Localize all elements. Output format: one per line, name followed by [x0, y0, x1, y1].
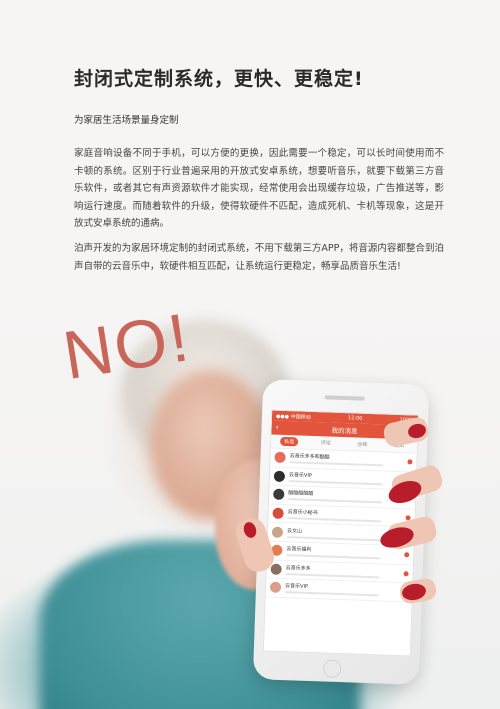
message-body: 云音乐多多和酷酷 — [289, 452, 407, 467]
tab-private-message[interactable]: 私信 — [280, 436, 299, 447]
avatar — [269, 582, 282, 594]
tab-comments[interactable]: 评论 — [317, 438, 335, 448]
message-body: 云音乐小秘书 — [287, 508, 405, 523]
avatar — [272, 507, 284, 520]
carrier-text: ●●● 中国移动 — [275, 413, 311, 421]
phone-speaker — [324, 395, 365, 401]
screen-title: 我的消息 — [331, 426, 358, 436]
home-button[interactable] — [322, 659, 342, 679]
message-body: 云音乐福利 — [286, 545, 404, 560]
headline: 封闭式定制系统，更快、更稳定! — [74, 68, 364, 90]
message-body: 云音乐VIP — [288, 471, 407, 486]
avatar — [273, 470, 286, 482]
avatar — [271, 526, 284, 538]
tab-mentions[interactable]: @我 — [353, 439, 371, 449]
message-body: 云音乐多多 — [285, 564, 403, 579]
avatar — [273, 489, 285, 501]
message-row[interactable]: 云音乐VIP — [265, 578, 413, 603]
subheading: 为家居生活场景量身定制 — [74, 115, 179, 126]
back-icon[interactable]: ‹ — [275, 423, 279, 432]
unread-badge — [407, 459, 413, 465]
paragraph-1: 家庭音响设备不同于手机，可以方便的更换，因此需要一个稳定，可以长时间使用而不卡顿… — [74, 148, 444, 229]
unread-badge — [404, 552, 410, 558]
avatar — [274, 451, 286, 464]
avatar — [270, 563, 282, 575]
status-time: 12:00 — [347, 415, 363, 422]
message-body: 云音乐VIP — [284, 583, 403, 598]
paragraph-2: 泊声开发的为家居环境定制的封闭式系统，不用下载第三方APP，将音源内容都整合到泊… — [74, 243, 444, 272]
unread-badge — [403, 571, 409, 577]
